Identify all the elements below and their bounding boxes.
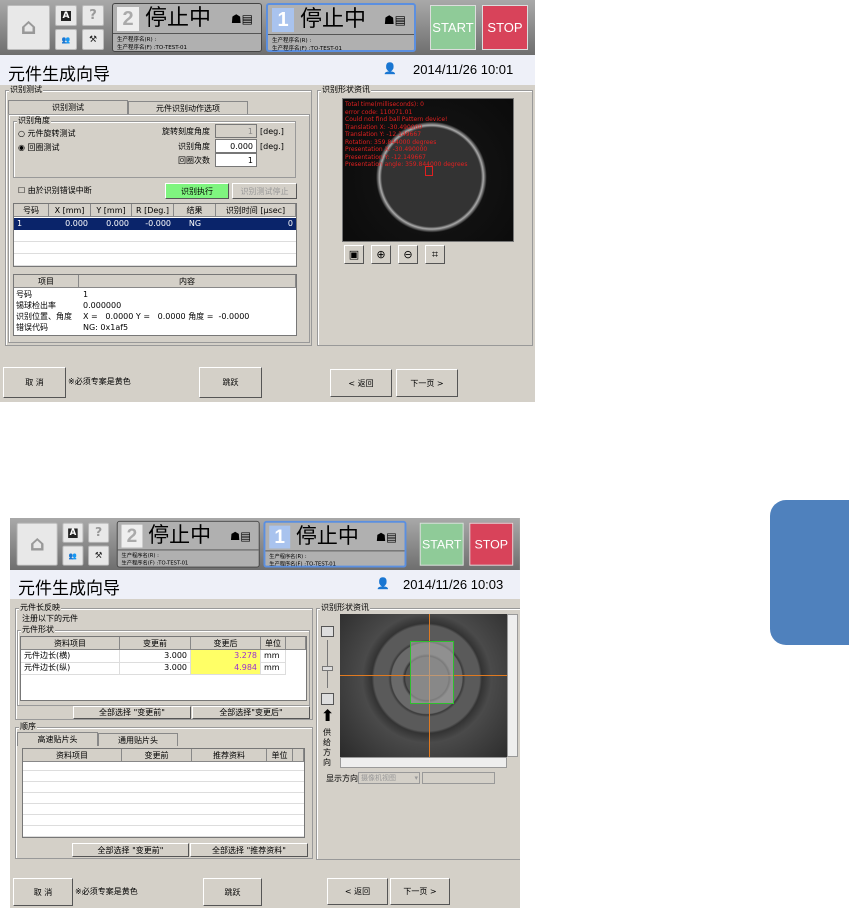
image-icon: ▣ bbox=[348, 248, 360, 261]
stop-button[interactable]: STOP bbox=[482, 5, 528, 50]
user-icon: 👤 bbox=[376, 577, 390, 590]
operator-clipboard-icon: ☗▤ bbox=[375, 530, 397, 544]
display-direction-select[interactable]: 摄像机视图 ▾ bbox=[358, 772, 420, 784]
chevron-down-icon: ▾ bbox=[414, 774, 418, 782]
home-button[interactable]: ⌂ bbox=[7, 5, 50, 50]
start-button[interactable]: START bbox=[430, 5, 476, 50]
camera-image bbox=[340, 614, 507, 757]
a-button[interactable]: A bbox=[62, 522, 84, 543]
back-button[interactable]: < 返回 bbox=[330, 369, 392, 397]
loop-count-input[interactable]: 1 bbox=[215, 153, 257, 167]
camera-image: Total time(milliseconds): 0 error code: 1… bbox=[342, 98, 514, 242]
zoom-slider[interactable] bbox=[321, 626, 334, 706]
help-button[interactable]: ? bbox=[82, 5, 104, 26]
line-2-panel[interactable]: 2 停止中 ☗▤ 生产程序名(R) : 生产程序名(F) :TO-TEST-01 bbox=[112, 3, 262, 52]
back-button[interactable]: < 返回 bbox=[327, 878, 388, 905]
top-toolbar: ⌂ A ? 👥 ⚒ 2 停止中 ☗▤ 生产程序名(R) : 生产程序名(F) :T… bbox=[0, 0, 535, 55]
datetime: 2014/11/26 10:03 bbox=[403, 577, 504, 592]
select-all-after-button[interactable]: 全部选择"变更后" bbox=[192, 706, 310, 719]
feed-direction-arrow-icon: ⬆ bbox=[321, 706, 335, 725]
operator-button[interactable]: 👥 bbox=[55, 29, 77, 50]
angle-input[interactable]: 0.000 bbox=[215, 139, 257, 153]
fit-icon: ⌗ bbox=[431, 248, 439, 261]
operator-clipboard-icon: ☗▤ bbox=[230, 529, 252, 543]
skip-button[interactable]: 跳跃 bbox=[199, 367, 262, 398]
after-value-cell[interactable]: 4.984 bbox=[191, 662, 261, 675]
line-1-panel[interactable]: 1 停止中 ☗▤ 生产程序名(R) : 生产程序名(F) :TO-TEST-01 bbox=[266, 3, 416, 52]
home-button[interactable]: ⌂ bbox=[16, 522, 58, 566]
radio-loop[interactable]: ◉ 回圈测试 bbox=[18, 143, 60, 153]
table-row[interactable]: 1 0.000 0.000 -0.000 NG 0 bbox=[14, 218, 296, 230]
zoom-in-icon: ⊕ bbox=[376, 248, 386, 261]
line-1-panel[interactable]: 1 停止中 ☗▤ 生产程序名(R) : 生产程序名(F) :TO-TEST-01 bbox=[263, 520, 407, 568]
stop-test-button[interactable]: 识别测试停止 bbox=[232, 183, 297, 199]
order-table: 资料项目 变更前 推荐资料 单位 bbox=[22, 748, 305, 838]
cancel-button[interactable]: 取 消 bbox=[13, 878, 73, 906]
datetime: 2014/11/26 10:01 bbox=[413, 62, 514, 77]
stop-button[interactable]: STOP bbox=[469, 522, 514, 566]
shape-table: 资料项目 变更前 变更后 单位 元件边长(横) 3.000 3.278 mm 元… bbox=[20, 636, 307, 701]
required-note: ※必须专案是黄色 bbox=[75, 887, 138, 896]
rotation-step-input[interactable]: 1 bbox=[215, 124, 257, 138]
tool-icon: ⚒ bbox=[88, 34, 98, 45]
select-all-before-button[interactable]: 全部选择 "变更前" bbox=[73, 706, 191, 719]
operator-icon: 👥 bbox=[61, 35, 71, 44]
help-button[interactable]: ? bbox=[88, 522, 110, 543]
zoom-out-button[interactable]: ⊖ bbox=[398, 245, 418, 264]
home-icon: ⌂ bbox=[20, 15, 37, 40]
tool-button[interactable]: ⚒ bbox=[82, 29, 104, 50]
required-note: ※必须专案是黄色 bbox=[68, 377, 131, 386]
title-bar: 元件生成向导 👤 2014/11/26 10:01 bbox=[0, 55, 535, 85]
tool-icon: ⚒ bbox=[94, 550, 103, 561]
operator-button[interactable]: 👥 bbox=[62, 545, 84, 566]
detail-table: 项目 内容 号码 1 锡球检出率 0.000000 识别位置、角度 X = 0.000… bbox=[13, 274, 297, 336]
operator-clipboard-icon: ☗▤ bbox=[230, 12, 253, 26]
tab-recognition-options[interactable]: 元件识别动作选项 bbox=[128, 101, 248, 115]
result-table: 号码 X [mm] Y [mm] R [Deg.] 结果 识别时间 [µsec]… bbox=[13, 203, 297, 267]
display-text-box bbox=[422, 772, 495, 784]
tab-high-speed-head[interactable]: 高速贴片头 bbox=[17, 732, 98, 746]
vertical-scrollbar[interactable] bbox=[507, 614, 518, 757]
horizontal-scrollbar[interactable] bbox=[340, 757, 507, 768]
skip-button[interactable]: 跳跃 bbox=[203, 878, 262, 906]
radio-rotate[interactable]: ○ 元件旋转测试 bbox=[18, 129, 76, 139]
cancel-button[interactable]: 取 消 bbox=[3, 367, 66, 398]
tab-recognition-test[interactable]: 识别测试 bbox=[8, 100, 128, 115]
line-2-panel[interactable]: 2 停止中 ☗▤ 生产程序名(R) : 生产程序名(F) :TO-TEST-01 bbox=[116, 520, 260, 568]
page-title: 元件生成向导 bbox=[8, 65, 110, 85]
operator-clipboard-icon: ☗▤ bbox=[383, 13, 406, 27]
screenshot-1: ⌂ A ? 👥 ⚒ 2 停止中 ☗▤ 生产程序名(R) : 生产程序名(F) :T… bbox=[0, 0, 535, 402]
title-bar: 元件生成向导 👤 2014/11/26 10:03 bbox=[10, 570, 520, 599]
zoom-in-button[interactable]: ⊕ bbox=[371, 245, 391, 264]
tool-button[interactable]: ⚒ bbox=[88, 545, 110, 566]
select-all-before-button-2[interactable]: 全部选择 "变更前" bbox=[72, 843, 189, 857]
fit-button[interactable]: ⌗ bbox=[425, 245, 445, 264]
execute-button[interactable]: 识别执行 bbox=[165, 183, 229, 199]
home-icon: ⌂ bbox=[29, 532, 45, 557]
next-button[interactable]: 下一页 > bbox=[396, 369, 458, 397]
start-button[interactable]: START bbox=[419, 522, 464, 566]
screenshot-2: ⌂ A ? 👥 ⚒ 2 停止中 ☗▤ 生产程序名(R) : 生产程序名(F) :T… bbox=[10, 518, 520, 908]
stop-on-error-checkbox[interactable]: ☐ 由於识别错误中断 bbox=[18, 186, 92, 196]
top-toolbar: ⌂ A ? 👥 ⚒ 2 停止中 ☗▤ 生产程序名(R) : 生产程序名(F) :T… bbox=[10, 518, 520, 571]
a-button[interactable]: A bbox=[55, 5, 77, 26]
select-all-recommended-button[interactable]: 全部选择 "推荐资料" bbox=[190, 843, 308, 857]
zoom-out-icon: ⊖ bbox=[403, 248, 413, 261]
operator-icon: 👥 bbox=[68, 551, 78, 560]
component-outline bbox=[410, 641, 454, 704]
side-tab-marker bbox=[770, 500, 849, 645]
user-icon: 👤 bbox=[383, 62, 397, 75]
tab-general-head[interactable]: 通用贴片头 bbox=[98, 733, 178, 746]
image-save-button[interactable]: ▣ bbox=[344, 245, 364, 264]
page-title: 元件生成向导 bbox=[18, 579, 120, 599]
next-button[interactable]: 下一页 > bbox=[390, 878, 450, 905]
